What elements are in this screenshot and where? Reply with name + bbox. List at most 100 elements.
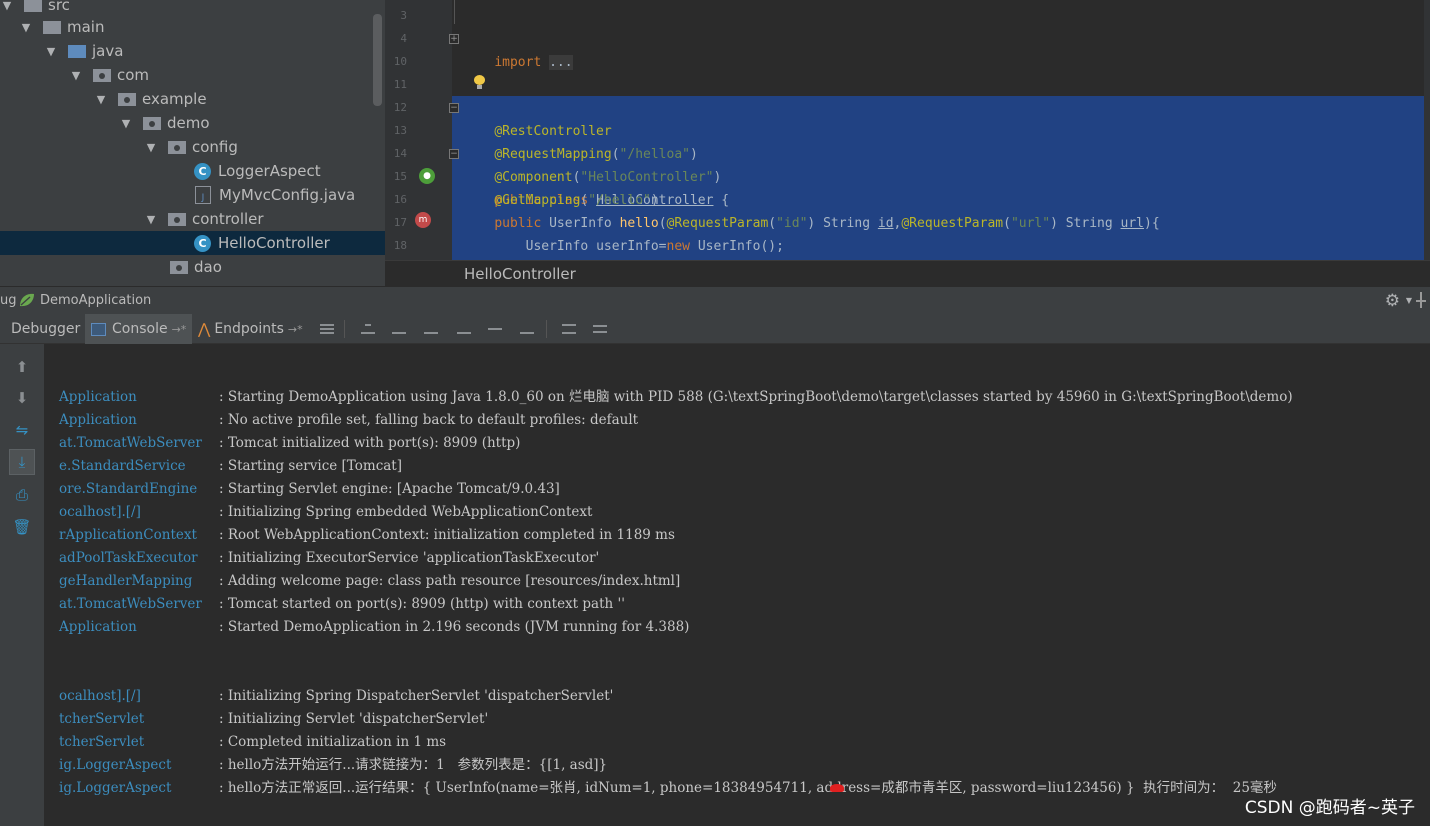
log-line: tcherServlet : Completed initialization i… <box>44 731 1430 754</box>
class-icon: C <box>194 234 211 252</box>
line-number: 10 <box>393 55 407 68</box>
line-number: 16 <box>393 193 407 206</box>
tree-item-com[interactable]: ▼ com <box>0 63 385 87</box>
log-message: : Tomcat started on port(s): 8909 (http)… <box>219 596 625 612</box>
chevron-down-icon[interactable]: ▼ <box>94 92 108 106</box>
code-line-16: @GetMapping("/hello") <box>494 193 659 208</box>
spring-bean-icon[interactable]: ● <box>419 168 435 184</box>
chevron-down-icon[interactable]: ▼ <box>119 116 133 130</box>
tree-item-label: controller <box>192 210 264 228</box>
log-line: ocalhost].[/]: Initializing Spring embed… <box>44 501 1430 524</box>
tree-item-mymvcconfig[interactable]: J MyMvcConfig.java <box>0 183 385 207</box>
tab-debugger[interactable]: Debugger <box>5 314 86 344</box>
gear-icon[interactable]: ⚙ <box>1385 291 1400 311</box>
tree-item-dao[interactable]: dao <box>0 255 385 279</box>
chevron-down-icon[interactable]: ▼ <box>144 212 158 226</box>
endpoints-icon: ⋀ <box>198 320 211 338</box>
tree-scrollbar[interactable] <box>373 14 382 106</box>
run-config-tab[interactable]: DemoApplication <box>40 293 151 308</box>
line-number: 13 <box>393 124 407 137</box>
log-line: Application: Started DemoApplication in … <box>44 616 1430 639</box>
log-logger: tcherServlet <box>59 734 145 750</box>
code-line-15: public class HelloController { <box>494 193 730 208</box>
trash-icon[interactable]: 🗑 <box>9 514 35 540</box>
tab-console[interactable]: Console →* <box>85 314 193 344</box>
chevron-down-icon[interactable]: ▼ <box>0 0 14 12</box>
tree-item-label: main <box>67 18 105 36</box>
step-out-icon[interactable] <box>456 322 472 336</box>
log-message: : hello方法开始运行...请求链接为：1 参数列表是：{[1, asd]} <box>219 757 608 773</box>
chevron-down-icon[interactable]: ▼ <box>69 68 83 82</box>
folder-icon <box>43 20 61 34</box>
code-editor[interactable]: 3 4 10 11 12 13 14 15 16 17 18 + − − ● m… <box>385 0 1430 260</box>
toolbar-separator <box>344 320 345 338</box>
debug-tool-window-header: ug DemoApplication ⚙ ▼ <box>0 286 1430 314</box>
tree-item-label: src <box>48 0 70 14</box>
log-line: at.TomcatWebServer: Tomcat started on po… <box>44 593 1430 616</box>
tab-endpoints[interactable]: ⋀ Endpoints →* <box>192 314 309 344</box>
chevron-down-icon[interactable]: ▼ <box>44 44 58 58</box>
tree-item-label: config <box>192 138 238 156</box>
editor-scrollbar[interactable] <box>1424 0 1430 260</box>
tree-item-config[interactable]: ▼ config <box>0 135 385 159</box>
source-folder-icon <box>68 44 86 58</box>
editor-breadcrumb[interactable]: HelloController <box>385 260 1430 286</box>
tree-item-example[interactable]: ▼ example <box>0 87 385 111</box>
annotation: @GetMapping <box>494 193 581 208</box>
tree-item-loggeraspect[interactable]: C LoggerAspect <box>0 159 385 183</box>
run-to-cursor-icon[interactable] <box>519 322 535 336</box>
step-over-icon[interactable] <box>360 322 376 336</box>
chevron-down-icon[interactable]: ▼ <box>144 140 158 154</box>
package-icon <box>143 116 161 130</box>
log-logger: ore.StandardEngine <box>59 481 198 497</box>
log-message: : Starting Servlet engine: [Apache Tomca… <box>219 481 560 497</box>
scroll-to-end-icon[interactable]: ⤓ <box>9 449 35 475</box>
log-message: : Initializing Spring embedded WebApplic… <box>219 504 593 520</box>
tree-item-main[interactable]: ▼ main <box>0 15 385 39</box>
arrow-up-icon[interactable]: ⬆ <box>9 354 35 380</box>
tab-label: Endpoints <box>214 321 284 337</box>
pin-icon[interactable] <box>1416 292 1426 308</box>
log-logger: Application <box>59 619 137 635</box>
log-message: : Completed initialization in 1 ms <box>219 734 447 750</box>
request-mapping-icon[interactable]: m <box>415 212 431 228</box>
show-execution-point-icon[interactable] <box>319 322 335 336</box>
log-line: at.TomcatWebServer: Tomcat initialized w… <box>44 432 1430 455</box>
debug-tabs-bar: Debugger Console →* ⋀ Endpoints →* <box>0 314 1430 344</box>
chevron-down-icon[interactable]: ▼ <box>19 20 33 34</box>
breadcrumb-item[interactable]: HelloController <box>464 265 576 283</box>
tree-item-demo[interactable]: ▼ demo <box>0 111 385 135</box>
chevron-down-icon[interactable]: ▼ <box>1406 296 1412 305</box>
code-line-17: public UserInfo hello(@RequestParam("id"… <box>494 216 1160 231</box>
tree-item-hellocontroller[interactable]: C HelloController <box>0 231 385 255</box>
fold-expand-icon[interactable]: + <box>449 34 459 44</box>
method-name: hello <box>619 216 659 231</box>
soft-wrap-icon[interactable]: ⇋ <box>9 417 35 443</box>
evaluate-expression-icon[interactable] <box>561 322 577 336</box>
console-output[interactable]: Application: Starting DemoApplication us… <box>44 348 1430 826</box>
code-line-13: @RequestMapping("/helloa") <box>494 147 698 162</box>
log-message: : hello方法正常返回...运行结果：{ UserInfo(name=张肖,… <box>219 780 1277 796</box>
fold-collapse-icon[interactable]: − <box>449 103 459 113</box>
string-literal: "/hello" <box>588 193 651 208</box>
drop-frame-icon[interactable] <box>487 322 503 336</box>
project-tree: ▼ src ▼ main ▼ java ▼ com ▼ example ▼ de… <box>0 0 385 286</box>
package-icon <box>170 260 188 274</box>
keyword: import <box>494 55 542 70</box>
code-line-12: @RestController <box>463 97 1430 139</box>
trace-current-stream-icon[interactable] <box>592 322 608 336</box>
package-icon <box>168 140 186 154</box>
log-line: Application: No active profile set, fall… <box>44 409 1430 432</box>
log-logger: adPoolTaskExecutor <box>59 550 198 566</box>
fold-collapse-icon[interactable]: − <box>449 149 459 159</box>
folded-imports[interactable]: ... <box>549 55 573 70</box>
tree-item-controller[interactable]: ▼ controller <box>0 207 385 231</box>
tree-item-java[interactable]: ▼ java <box>0 39 385 63</box>
arrow-down-icon[interactable]: ⬇ <box>9 385 35 411</box>
force-step-into-icon[interactable] <box>423 322 439 336</box>
spring-leaf-icon <box>20 293 34 307</box>
class-icon: C <box>194 162 211 180</box>
log-message: : Tomcat initialized with port(s): 8909 … <box>219 435 521 451</box>
step-into-icon[interactable] <box>391 322 407 336</box>
print-icon[interactable]: ⎙ <box>9 482 35 508</box>
